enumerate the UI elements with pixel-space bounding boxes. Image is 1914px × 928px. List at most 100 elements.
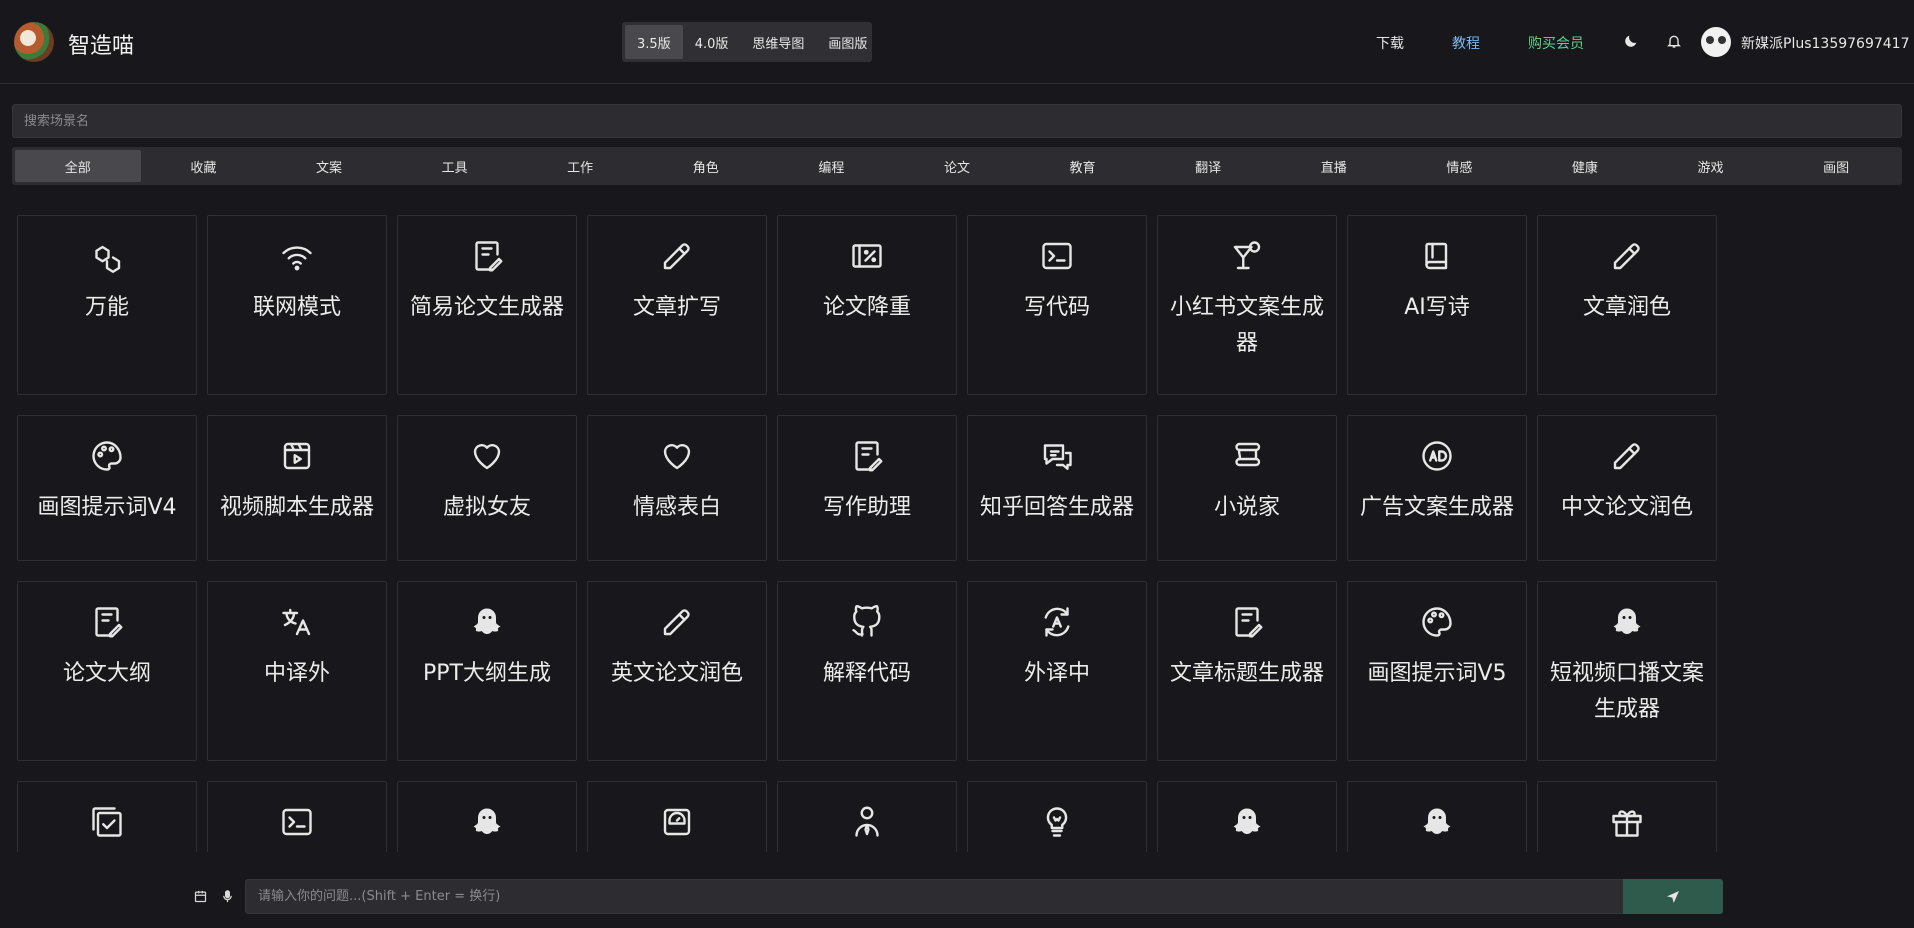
category-tab[interactable]: 直播: [1271, 150, 1397, 182]
scene-card[interactable]: 文章标题生成器: [1157, 581, 1337, 761]
scene-card[interactable]: [1347, 781, 1527, 852]
scene-card[interactable]: 小红书文案生成器: [1157, 215, 1337, 395]
send-button[interactable]: [1623, 879, 1723, 914]
tab-version-3-5[interactable]: 3.5版: [625, 25, 683, 59]
scene-grid: 万能 联网模式 简易论文生成器 文章扩写 论文降重 写代码 小红书文案生成器 AI写诗 文章润色…: [17, 215, 1717, 852]
scene-card[interactable]: [777, 781, 957, 852]
category-tab[interactable]: 游戏: [1648, 150, 1774, 182]
scale-icon: [657, 802, 697, 842]
category-tab[interactable]: 角色: [643, 150, 769, 182]
scene-card[interactable]: [587, 781, 767, 852]
scene-card[interactable]: [1157, 781, 1337, 852]
microphone-icon: [222, 889, 232, 902]
wifi-icon: [277, 236, 317, 276]
scene-card[interactable]: [17, 781, 197, 852]
lightbulb-icon: [1037, 802, 1077, 842]
percent-box-icon: [847, 236, 887, 276]
pencil-icon: [657, 602, 697, 642]
scene-card-label: PPT大纲生成: [423, 661, 551, 686]
github-icon: [847, 602, 887, 642]
scene-card-label: 文章润色: [1582, 295, 1671, 320]
avatar[interactable]: [1701, 27, 1731, 57]
download-link[interactable]: 下载: [1376, 33, 1404, 53]
category-tab[interactable]: 画图: [1773, 150, 1899, 182]
chat-input[interactable]: [245, 879, 1624, 914]
category-tab[interactable]: 文案: [266, 150, 392, 182]
scene-card[interactable]: 画图提示词V5: [1347, 581, 1527, 761]
scene-card[interactable]: 文章扩写: [587, 215, 767, 395]
scene-card[interactable]: 情感表白: [587, 415, 767, 561]
buy-vip-link[interactable]: 购买会员: [1528, 33, 1584, 53]
scene-card-label: 中文论文润色: [1560, 495, 1693, 520]
category-tab[interactable]: 编程: [769, 150, 895, 182]
scene-card[interactable]: 万能: [17, 215, 197, 395]
scene-card-label: 短视频口播文案生成器: [1549, 661, 1704, 722]
scene-card[interactable]: 虚拟女友: [397, 415, 577, 561]
calendar-icon: [194, 890, 206, 902]
scene-card[interactable]: 小说家: [1157, 415, 1337, 561]
scene-card[interactable]: 外译中: [967, 581, 1147, 761]
heart-icon: [657, 436, 697, 476]
scene-card[interactable]: 论文降重: [777, 215, 957, 395]
category-tab[interactable]: 工作: [517, 150, 643, 182]
scene-card[interactable]: [967, 781, 1147, 852]
scene-card[interactable]: [397, 781, 577, 852]
category-tab[interactable]: 翻译: [1145, 150, 1271, 182]
terminal-icon: [1037, 236, 1077, 276]
scene-card[interactable]: 视频脚本生成器: [207, 415, 387, 561]
scene-card-label: 文章扩写: [632, 295, 721, 320]
scene-card[interactable]: AI写诗: [1347, 215, 1527, 395]
dark-mode-toggle[interactable]: [1620, 30, 1642, 52]
tutorial-link[interactable]: 教程: [1452, 33, 1480, 53]
scene-card-label: 知乎回答生成器: [979, 495, 1134, 520]
scene-card[interactable]: PPT大纲生成: [397, 581, 577, 761]
top-header: 智造喵 3.5版 4.0版 思维导图 画图版 下载 教程 购买会员 新媒派Plu…: [0, 0, 1914, 84]
category-tab[interactable]: 教育: [1020, 150, 1146, 182]
scene-card-label: 虚拟女友: [442, 495, 531, 520]
ad-icon: [1417, 436, 1457, 476]
scene-card[interactable]: 写作助理: [777, 415, 957, 561]
microphone-button[interactable]: [218, 887, 236, 905]
scene-card[interactable]: 解释代码: [777, 581, 957, 761]
search-input[interactable]: [12, 104, 1902, 138]
category-tab[interactable]: 情感: [1397, 150, 1523, 182]
cocktail-icon: [1227, 236, 1267, 276]
scene-card[interactable]: 论文大纲: [17, 581, 197, 761]
category-tab[interactable]: 健康: [1522, 150, 1648, 182]
scene-card[interactable]: 写代码: [967, 215, 1147, 395]
ghost-icon: [1417, 802, 1457, 842]
scene-card[interactable]: 联网模式: [207, 215, 387, 395]
document-edit-icon: [467, 236, 507, 276]
scene-card[interactable]: 画图提示词V4: [17, 415, 197, 561]
scene-card[interactable]: 文章润色: [1537, 215, 1717, 395]
category-tab[interactable]: 工具: [392, 150, 518, 182]
calendar-button[interactable]: [191, 887, 209, 905]
scene-card[interactable]: 知乎回答生成器: [967, 415, 1147, 561]
scene-card[interactable]: [207, 781, 387, 852]
tab-drawing[interactable]: 画图版: [816, 25, 879, 59]
scene-card[interactable]: 中译外: [207, 581, 387, 761]
scene-card[interactable]: 广告文案生成器: [1347, 415, 1527, 561]
scene-card[interactable]: 简易论文生成器: [397, 215, 577, 395]
scene-card-label: 画图提示词V5: [1367, 661, 1507, 686]
notifications-button[interactable]: [1663, 30, 1685, 52]
translate-icon: [277, 602, 317, 642]
palette-icon: [1417, 602, 1457, 642]
scene-card-label: 中译外: [263, 661, 330, 686]
scene-card[interactable]: 中文论文润色: [1537, 415, 1717, 561]
ghost-icon: [467, 602, 507, 642]
scene-card[interactable]: 短视频口播文案生成器: [1537, 581, 1717, 761]
app-logo: [14, 22, 54, 62]
scene-card-label: 写作助理: [822, 495, 911, 520]
category-tabs: 全部 收藏 文案 工具 工作 角色 编程 论文 教育 翻译 直播 情感 健康 游戏 画图: [12, 147, 1902, 185]
category-tab[interactable]: 全部: [15, 150, 141, 182]
send-icon: [1667, 890, 1679, 903]
tab-mind-map[interactable]: 思维导图: [740, 25, 816, 59]
username[interactable]: 新媒派Plus13597697417: [1741, 33, 1909, 53]
scene-card[interactable]: [1537, 781, 1717, 852]
tab-version-4-0[interactable]: 4.0版: [683, 25, 741, 59]
scene-card[interactable]: 英文论文润色: [587, 581, 767, 761]
pencil-icon: [1607, 436, 1647, 476]
category-tab[interactable]: 收藏: [141, 150, 267, 182]
category-tab[interactable]: 论文: [894, 150, 1020, 182]
